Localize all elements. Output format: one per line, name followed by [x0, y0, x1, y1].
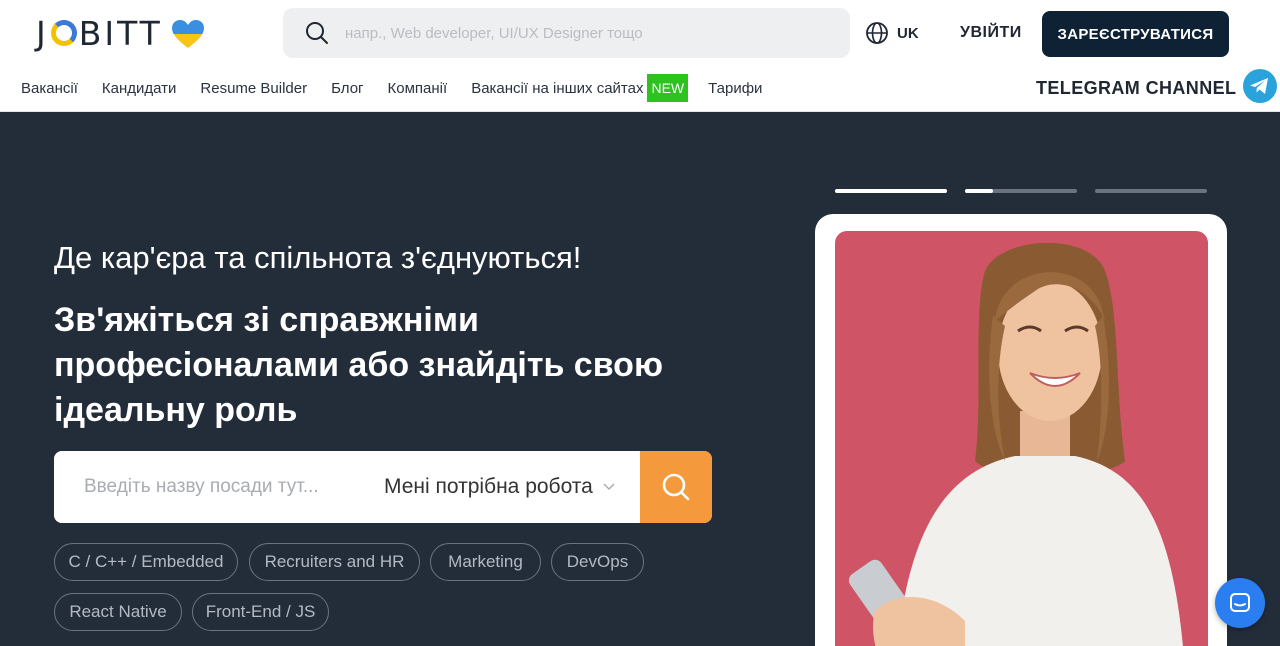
chat-widget-button[interactable]	[1215, 578, 1265, 628]
main-nav: Вакансії Кандидати Resume Builder Блог К…	[21, 74, 786, 102]
hero-headline: Зв'яжіться зі справжніми професіоналами …	[54, 301, 663, 429]
tag-chip[interactable]: Recruiters and HR	[249, 543, 420, 581]
nav-item-companies[interactable]: Компанії	[388, 80, 448, 97]
nav-item-blog[interactable]: Блог	[331, 80, 363, 97]
job-title-input[interactable]	[54, 451, 368, 523]
telegram-icon[interactable]	[1242, 68, 1278, 104]
slider-indicator[interactable]	[1095, 189, 1207, 193]
smiling-woman-illustration	[848, 242, 1183, 646]
tag-chip[interactable]: Front-End / JS	[192, 593, 329, 631]
nav-item-vacancies[interactable]: Вакансії	[21, 80, 78, 97]
language-label: UK	[897, 24, 919, 42]
login-button[interactable]: УВІЙТИ	[960, 24, 1022, 42]
header-search-box[interactable]	[283, 8, 850, 58]
tag-chip[interactable]: DevOps	[551, 543, 644, 581]
hero-section: Де кар'єра та спільнота з'єднуються! Зв'…	[0, 112, 1280, 646]
globe-icon	[866, 22, 888, 44]
telegram-channel-link[interactable]: TELEGRAM CHANNEL	[1036, 78, 1236, 99]
hero-image-card	[815, 214, 1227, 646]
jobitt-logo[interactable]: J BITT	[36, 14, 205, 54]
tag-chip[interactable]: React Native	[54, 593, 182, 631]
job-search-button[interactable]	[640, 451, 712, 523]
nav-item-candidates[interactable]: Кандидати	[102, 80, 177, 97]
job-search-bar: Мені потрібна робота	[54, 451, 712, 523]
search-icon	[662, 473, 690, 501]
site-header: JBITT UK УВІЙТИ ЗАРЕЄСТРУВАТИСЯ Вакансії	[0, 0, 1280, 112]
ukraine-heart-icon	[171, 20, 204, 48]
chat-icon	[1230, 593, 1250, 612]
language-switcher[interactable]: UK	[865, 20, 919, 46]
nav-item-pricing[interactable]: Тарифи	[708, 80, 762, 97]
slider-indicator[interactable]	[965, 189, 1077, 193]
tag-chip[interactable]: Marketing	[430, 543, 541, 581]
register-button[interactable]: ЗАРЕЄСТРУВАТИСЯ	[1042, 11, 1229, 57]
slider-indicator[interactable]	[835, 189, 947, 193]
nav-item-other-sites[interactable]: Вакансії на інших сайтах	[471, 80, 643, 97]
logo-text: J BITT	[36, 14, 163, 53]
nav-item-resume-builder[interactable]: Resume Builder	[200, 80, 307, 97]
header-search-input[interactable]	[345, 24, 805, 42]
chevron-down-icon	[603, 483, 615, 491]
hero-subtitle: Де кар'єра та спільнота з'єднуються!	[54, 240, 582, 275]
search-mode-select[interactable]: Мені потрібна робота	[368, 451, 640, 523]
search-mode-label: Мені потрібна робота	[384, 475, 593, 498]
hero-photo	[835, 231, 1208, 646]
tag-chip[interactable]: C / C++ / Embedded	[54, 543, 238, 581]
search-icon	[306, 22, 328, 44]
new-badge: NEW	[647, 74, 689, 102]
slider-indicator-fill	[835, 189, 947, 193]
slider-indicator-fill	[965, 189, 993, 193]
